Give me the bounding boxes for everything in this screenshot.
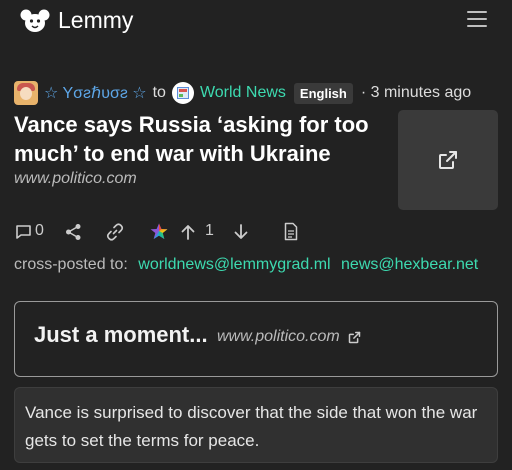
top-bar: Lemmy [0, 0, 512, 42]
to-label: to [152, 84, 166, 101]
post-domain: www.politico.com [14, 170, 137, 187]
thumbnail-link[interactable] [398, 110, 498, 210]
community-link[interactable]: World News [200, 84, 286, 102]
comment-count[interactable]: 0 [35, 222, 44, 240]
post-title[interactable]: Vance says Russia ‘asking for too much’ … [14, 110, 384, 168]
avatar[interactable] [14, 81, 38, 105]
embed-title[interactable]: Just a moment... [34, 322, 208, 348]
post-actions: 0 1 [14, 221, 314, 243]
colorful-star-icon[interactable] [150, 223, 168, 240]
document-icon[interactable] [284, 222, 298, 241]
crosspost-link-lemmygrad[interactable]: worldnews@lemmygrad.ml [138, 256, 330, 273]
link-icon[interactable] [105, 222, 125, 242]
app-name[interactable]: Lemmy [58, 7, 133, 34]
post-body: Vance is surprised to discover that the … [14, 387, 498, 463]
lemmy-mouse-icon[interactable] [20, 8, 50, 34]
hamburger-icon[interactable] [467, 11, 487, 29]
arrow-up-icon[interactable] [181, 224, 195, 240]
external-link-icon[interactable] [347, 330, 362, 345]
share-icon[interactable] [65, 223, 82, 241]
comment-icon[interactable] [15, 224, 32, 240]
crosspost-label: cross-posted to: [14, 256, 128, 273]
language-badge: English [293, 82, 353, 104]
crosspost-list: cross-posted to: worldnews@lemmygrad.ml … [14, 256, 478, 274]
post-meta: ☆ Yσƨℏυσƨ ☆ to World News English · 3 mi… [14, 80, 504, 106]
embed-domain: www.politico.com [217, 328, 340, 345]
link-embed-card[interactable]: Just a moment... www.politico.com [14, 301, 498, 377]
author-link[interactable]: ☆ Yσƨℏυσƨ ☆ [44, 83, 147, 103]
crosspost-link-hexbear[interactable]: news@hexbear.net [341, 256, 478, 273]
external-link-icon [439, 151, 457, 169]
score-count: 1 [205, 222, 214, 239]
arrow-down-icon[interactable] [234, 224, 248, 240]
community-icon[interactable] [171, 82, 194, 104]
post-time: · 3 minutes ago [360, 84, 472, 101]
